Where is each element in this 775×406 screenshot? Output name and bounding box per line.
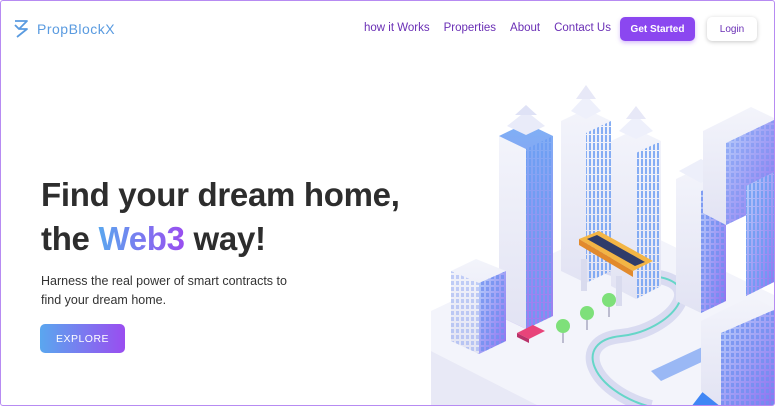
headline-end: way! [184, 220, 266, 257]
hero-subtitle: Harness the real power of smart contract… [41, 272, 311, 310]
brand-logo[interactable]: PropBlockX [13, 19, 115, 39]
get-started-button[interactable]: Get Started [620, 17, 695, 41]
propblockx-logo-icon [14, 20, 28, 38]
subtitle-line1: Harness the real power of smart contract… [41, 274, 287, 288]
brand-name: PropBlockX [37, 21, 116, 37]
subtitle-line2: find your dream home. [41, 293, 167, 307]
explore-button[interactable]: EXPLORE [40, 324, 125, 353]
nav-about[interactable]: About [510, 22, 540, 34]
top-nav: how it Works Properties About Contact Us [364, 22, 611, 34]
headline-line1: Find your dream home, [41, 176, 400, 213]
page-frame: PropBlockX how it Works Properties About… [0, 0, 775, 406]
headline-web3: Web3 [98, 220, 185, 257]
nav-contact-us[interactable]: Contact Us [554, 22, 611, 34]
hero-headline: Find your dream home, the Web3 way! [41, 173, 400, 261]
isometric-city-illustration [431, 85, 774, 405]
headline-the: the [41, 220, 99, 257]
login-button[interactable]: Login [707, 17, 757, 41]
nav-properties[interactable]: Properties [444, 22, 496, 34]
nav-how-it-works[interactable]: how it Works [364, 22, 430, 34]
